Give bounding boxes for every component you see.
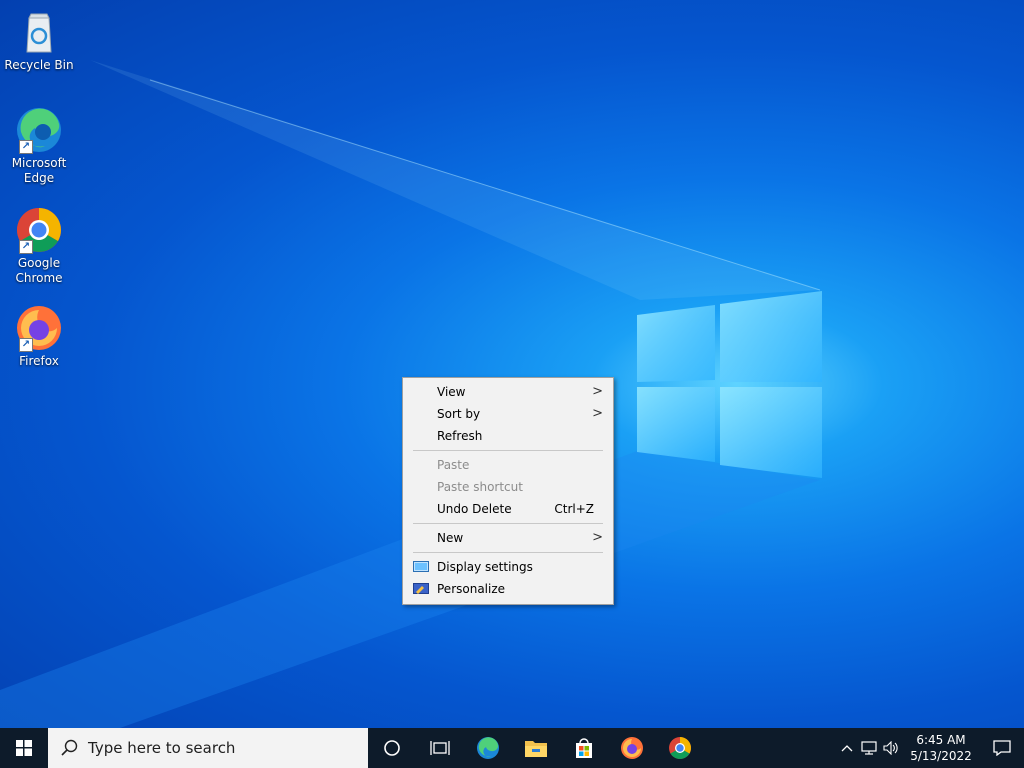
chevron-up-icon — [841, 745, 853, 752]
menu-item-paste[interactable]: Paste — [403, 454, 613, 476]
network-icon — [861, 741, 877, 755]
submenu-arrow-icon: > — [592, 406, 603, 421]
desktop-icon-label: Recycle Bin — [4, 58, 74, 72]
edge-icon — [477, 737, 499, 759]
shortcut-arrow-icon: ↗ — [19, 140, 33, 154]
windows-logo — [637, 291, 822, 478]
task-view-button[interactable] — [416, 728, 464, 768]
menu-item-sort-by[interactable]: Sort by > — [403, 403, 613, 425]
taskbar-firefox-button[interactable] — [608, 728, 656, 768]
system-tray: 6:45 AM 5/13/2022 — [836, 728, 1024, 768]
start-icon — [16, 740, 32, 756]
volume-button[interactable] — [880, 728, 902, 768]
chrome-icon — [669, 737, 691, 759]
menu-item-label: Undo Delete — [437, 502, 512, 516]
menu-separator — [413, 523, 603, 524]
desktop-icon-label: Microsoft Edge — [11, 156, 67, 185]
taskbar: Type here to search 6:45 AM 5/13/2022 — [0, 728, 1024, 768]
menu-item-personalize[interactable]: Personalize — [403, 578, 613, 600]
menu-item-new[interactable]: New > — [403, 527, 613, 549]
shortcut-arrow-icon: ↗ — [19, 338, 33, 352]
cortana-icon — [384, 740, 400, 756]
taskbar-clock[interactable]: 6:45 AM 5/13/2022 — [902, 732, 980, 764]
recycle-bin-icon — [26, 13, 52, 53]
menu-item-label: Personalize — [437, 582, 506, 596]
network-button[interactable] — [858, 728, 880, 768]
taskbar-search-box[interactable]: Type here to search — [48, 728, 368, 768]
desktop-icon-recycle-bin[interactable]: Recycle Bin — [4, 8, 74, 73]
taskbar-edge-button[interactable] — [464, 728, 512, 768]
menu-item-display-settings[interactable]: Display settings — [403, 556, 613, 578]
display-settings-icon — [413, 561, 429, 572]
firefox-icon — [621, 737, 643, 759]
menu-item-label: View — [437, 385, 466, 399]
desktop-icon-google-chrome[interactable]: ↗ Google Chrome — [4, 206, 74, 286]
menu-item-accelerator: Ctrl+Z — [554, 502, 594, 516]
store-icon — [576, 738, 592, 758]
menu-item-undo-delete[interactable]: Undo Delete Ctrl+Z — [403, 498, 613, 520]
desktop-icon-microsoft-edge[interactable]: ↗ Microsoft Edge — [4, 106, 74, 186]
wallpaper — [0, 60, 822, 728]
clock-time: 6:45 AM — [916, 733, 966, 747]
shortcut-arrow-icon: ↗ — [19, 240, 33, 254]
menu-item-label: Paste — [437, 458, 470, 472]
taskbar-chrome-button[interactable] — [656, 728, 704, 768]
clock-date: 5/13/2022 — [910, 749, 972, 763]
action-center-button[interactable] — [980, 728, 1024, 768]
menu-item-paste-shortcut[interactable]: Paste shortcut — [403, 476, 613, 498]
menu-item-label: Sort by — [437, 407, 481, 421]
menu-item-view[interactable]: View > — [403, 381, 613, 403]
menu-item-label: Paste shortcut — [437, 480, 523, 494]
task-view-icon — [430, 741, 450, 755]
cortana-button[interactable] — [368, 728, 416, 768]
taskbar-file-explorer-button[interactable] — [512, 728, 560, 768]
submenu-arrow-icon: > — [592, 384, 603, 399]
personalize-icon — [413, 583, 429, 594]
menu-item-label: Display settings — [437, 560, 533, 574]
desktop-icon-label: Google Chrome — [15, 256, 63, 285]
menu-item-label: New — [437, 531, 464, 545]
start-button[interactable] — [0, 728, 48, 768]
menu-item-refresh[interactable]: Refresh — [403, 425, 613, 447]
search-icon — [61, 739, 78, 756]
search-placeholder: Type here to search — [88, 739, 236, 757]
menu-separator — [413, 450, 603, 451]
volume-icon — [883, 741, 898, 755]
menu-separator — [413, 552, 603, 553]
desktop-icon-firefox[interactable]: ↗ Firefox — [4, 304, 74, 369]
submenu-arrow-icon: > — [592, 530, 603, 545]
desktop-context-menu: View > Sort by > Refresh Paste Paste sho… — [402, 377, 614, 605]
taskbar-store-button[interactable] — [560, 728, 608, 768]
notification-icon — [993, 740, 1011, 756]
desktop-icon-label: Firefox — [19, 354, 59, 368]
menu-item-label: Refresh — [437, 429, 483, 443]
file-explorer-icon — [525, 741, 547, 757]
show-hidden-icons-button[interactable] — [836, 728, 858, 768]
